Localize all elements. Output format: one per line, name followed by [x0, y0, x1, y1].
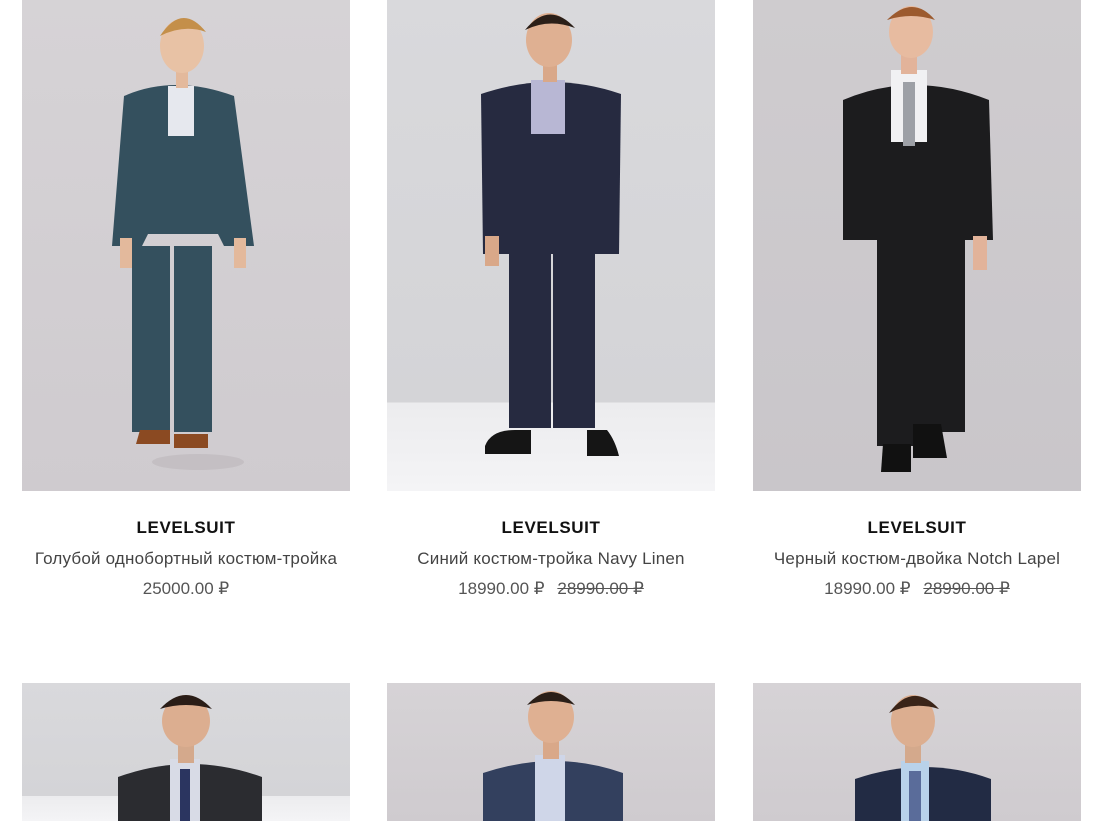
model-figure	[481, 13, 621, 456]
model-figure	[118, 695, 262, 821]
product-info: LEVELSUIT Голубой однобортный костюм-тро…	[22, 518, 350, 601]
product-info: LEVELSUIT Черный костюм-двойка Notch Lap…	[753, 518, 1081, 601]
product-grid: LEVELSUIT Голубой однобортный костюм-тро…	[0, 0, 1104, 821]
product-image[interactable]	[387, 683, 715, 821]
product-card[interactable]	[753, 683, 1081, 821]
product-image[interactable]	[753, 683, 1081, 821]
product-brand[interactable]: LEVELSUIT	[753, 518, 1081, 540]
product-card[interactable]	[387, 683, 715, 821]
model-figure	[483, 691, 623, 821]
price-line: 25000.00 ₽	[22, 579, 350, 601]
product-brand[interactable]: LEVELSUIT	[387, 518, 715, 540]
current-price: 18990.00 ₽	[458, 579, 545, 598]
price-line: 18990.00 ₽ 28990.00 ₽	[387, 579, 715, 601]
model-figure	[855, 695, 991, 821]
price-line: 18990.00 ₽ 28990.00 ₽	[753, 579, 1081, 601]
product-title[interactable]: Синий костюм-тройка Navy Linen	[387, 549, 715, 571]
product-info: LEVELSUIT Синий костюм-тройка Navy Linen…	[387, 518, 715, 601]
model-figure	[843, 6, 993, 472]
product-image[interactable]	[22, 683, 350, 821]
old-price: 28990.00 ₽	[923, 579, 1010, 598]
product-image[interactable]	[22, 0, 350, 491]
old-price: 28990.00 ₽	[557, 579, 644, 598]
current-price: 18990.00 ₽	[824, 579, 911, 598]
model-figure	[112, 17, 254, 470]
product-image[interactable]	[753, 0, 1081, 491]
product-card[interactable]: LEVELSUIT Черный костюм-двойка Notch Lap…	[753, 0, 1081, 601]
product-card[interactable]: LEVELSUIT Голубой однобортный костюм-тро…	[22, 0, 350, 601]
product-card[interactable]	[22, 683, 350, 821]
product-title[interactable]: Голубой однобортный костюм-тройка	[22, 549, 350, 571]
product-card[interactable]: LEVELSUIT Синий костюм-тройка Navy Linen…	[387, 0, 715, 601]
current-price: 25000.00 ₽	[142, 579, 230, 598]
product-title[interactable]: Черный костюм-двойка Notch Lapel	[753, 549, 1081, 571]
product-image[interactable]	[387, 0, 715, 491]
product-brand[interactable]: LEVELSUIT	[22, 518, 350, 540]
